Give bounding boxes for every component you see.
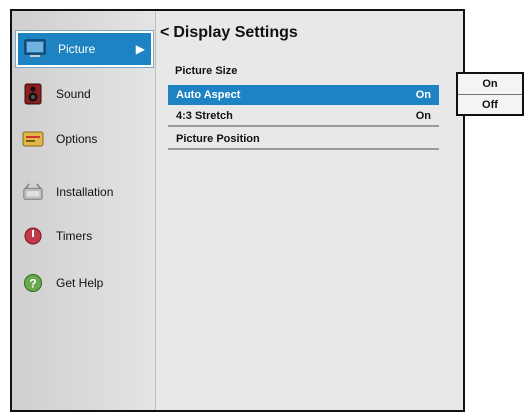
popup-option-off[interactable]: Off [458, 95, 522, 115]
sidebar-item-timers[interactable]: Timers [16, 218, 153, 254]
setting-row-auto-aspect[interactable]: Auto Aspect On [168, 85, 439, 105]
timer-icon [22, 225, 44, 247]
sidebar-item-installation[interactable]: Installation [16, 174, 153, 210]
speaker-icon [22, 83, 44, 105]
setting-label: 4:3 Stretch [176, 110, 233, 122]
tv-menu-frame: Picture ▶ Sound Options Installation Tim… [10, 9, 465, 412]
sidebar-item-label: Get Help [56, 276, 104, 290]
settings-panel: < Display Settings Picture Size Auto Aspe… [156, 11, 463, 410]
setting-row-picture-position[interactable]: Picture Position [168, 130, 439, 150]
back-icon[interactable]: < [160, 24, 169, 41]
monitor-icon [24, 38, 46, 60]
installation-icon [22, 181, 44, 203]
sidebar: Picture ▶ Sound Options Installation Tim… [12, 11, 156, 410]
options-icon [22, 128, 44, 150]
sidebar-item-get-help[interactable]: ? Get Help [16, 265, 153, 301]
page-title: < Display Settings [160, 24, 298, 42]
sidebar-item-label: Options [56, 132, 98, 146]
value-popup: On Off [456, 72, 524, 116]
setting-row-43-stretch[interactable]: 4:3 Stretch On [168, 107, 439, 127]
setting-value: On [415, 110, 431, 122]
sidebar-item-picture[interactable]: Picture ▶ [16, 31, 153, 67]
chevron-right-icon: ▶ [135, 42, 145, 56]
sidebar-item-label: Picture [58, 42, 96, 56]
setting-value: On [415, 89, 431, 101]
popup-option-on[interactable]: On [458, 74, 522, 95]
setting-label: Picture Position [176, 133, 260, 145]
setting-label: Auto Aspect [176, 89, 241, 101]
sidebar-item-options[interactable]: Options [16, 121, 153, 157]
sidebar-item-label: Timers [56, 229, 93, 243]
page-title-text: Display Settings [173, 24, 298, 41]
svg-text:?: ? [29, 277, 36, 291]
help-icon: ? [22, 272, 44, 294]
sidebar-item-sound[interactable]: Sound [16, 76, 153, 112]
sidebar-item-label: Sound [56, 87, 91, 101]
sidebar-item-label: Installation [56, 185, 114, 199]
section-label-picture-size: Picture Size [175, 65, 238, 77]
